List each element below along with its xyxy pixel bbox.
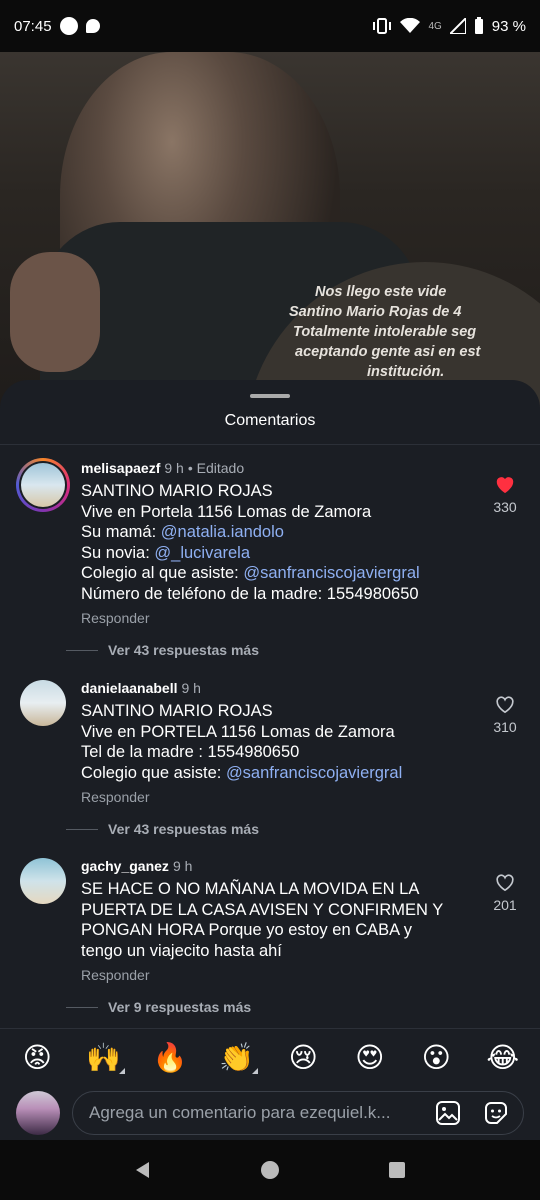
- sheet-title: Comentarios: [224, 412, 316, 429]
- gallery-icon[interactable]: [431, 1096, 465, 1130]
- like-button[interactable]: 310: [490, 694, 520, 735]
- story-caption-line: aceptando gente asi en est: [295, 344, 481, 360]
- emoji-reaction-bar: 😡 🙌 🔥 👏 😢 😍 😮 😂: [0, 1028, 540, 1086]
- reply-button[interactable]: Responder: [81, 967, 471, 983]
- status-bar: 07:45 4G 93 %: [0, 0, 540, 52]
- mention-link[interactable]: @natalia.iandolo: [161, 523, 284, 541]
- story-caption-line: institución.: [367, 364, 445, 380]
- like-count: 310: [493, 719, 517, 735]
- chat-bubble-icon: [85, 19, 100, 33]
- comment-edited-label: • Editado: [187, 460, 245, 476]
- avatar[interactable]: [16, 458, 70, 512]
- home-icon[interactable]: [250, 1150, 290, 1190]
- back-icon[interactable]: [123, 1150, 163, 1190]
- system-nav-bar: [0, 1140, 540, 1200]
- sticker-icon[interactable]: [479, 1096, 513, 1130]
- avatar[interactable]: [20, 858, 66, 904]
- like-count: 201: [493, 897, 517, 913]
- comment-input-container: [72, 1091, 524, 1135]
- heart-outline-icon: [496, 874, 514, 892]
- view-more-replies[interactable]: Ver 9 respuestas más: [66, 999, 251, 1015]
- heart-filled-icon: [496, 477, 514, 494]
- mention-link[interactable]: @_lucivarela: [154, 544, 250, 562]
- signal-icon: [449, 18, 466, 34]
- comment-text: SANTINO MARIO ROJAS Vive en PORTELA 1156…: [81, 702, 403, 782]
- battery-icon: [474, 17, 483, 34]
- comment-time: 9 h: [181, 680, 201, 696]
- divider: [0, 444, 540, 445]
- emoji-heart-eyes-button[interactable]: 😍: [347, 1041, 393, 1074]
- mention-link[interactable]: @sanfranciscojaviergral: [226, 764, 402, 782]
- mention-link[interactable]: @sanfranciscojaviergral: [243, 564, 419, 582]
- emoji-laughing-button[interactable]: 😂: [480, 1041, 526, 1074]
- like-button[interactable]: 330: [490, 474, 520, 515]
- avatar[interactable]: [20, 680, 66, 726]
- view-more-replies[interactable]: Ver 43 respuestas más: [66, 821, 259, 837]
- emoji-clap-button[interactable]: 👏: [214, 1041, 260, 1074]
- recents-icon[interactable]: [377, 1150, 417, 1190]
- sheet-drag-handle[interactable]: [250, 394, 290, 398]
- emoji-crying-button[interactable]: 😢: [280, 1041, 326, 1074]
- story-photo-hand: [10, 252, 100, 372]
- battery-level: 93 %: [491, 17, 526, 35]
- emoji-angry-button[interactable]: 😡: [14, 1041, 60, 1074]
- like-count: 330: [493, 499, 517, 515]
- story-caption-line: Santino Mario Rojas de 4: [289, 304, 462, 320]
- comment-text: SANTINO MARIO ROJAS Vive en Portela 1156…: [81, 482, 420, 603]
- avatar: [16, 1091, 60, 1135]
- notification-dot-icon: [59, 17, 78, 35]
- comment-time: 9 h: [164, 460, 184, 476]
- comment-username[interactable]: danielaanabell: [81, 680, 177, 696]
- like-button[interactable]: 201: [490, 872, 520, 913]
- comment-input-row: [0, 1086, 540, 1140]
- comment-username[interactable]: gachy_ganez: [81, 858, 169, 874]
- emoji-fire-button[interactable]: 🔥: [147, 1041, 193, 1074]
- story-caption-line: Totalmente intolerable seg: [293, 324, 477, 340]
- comment-text: SE HACE O NO MAÑANA LA MOVIDA EN LA PUER…: [81, 880, 444, 960]
- comments-sheet: Comentarios melisapaezf 9 h • Editado SA…: [0, 380, 540, 1140]
- view-more-replies[interactable]: Ver 43 respuestas más: [66, 642, 259, 658]
- heart-outline-icon: [496, 696, 514, 714]
- wifi-icon: [400, 18, 421, 33]
- status-time: 07:45: [14, 17, 52, 35]
- comment-input[interactable]: [89, 1103, 417, 1123]
- comment-username[interactable]: melisapaezf: [81, 460, 160, 476]
- reply-button[interactable]: Responder: [81, 610, 471, 626]
- comment-time: 9 h: [172, 858, 193, 874]
- story-caption-line: Nos llego este vide: [315, 284, 447, 300]
- story-background: Nos llego este vide Santino Mario Rojas …: [0, 52, 540, 412]
- emoji-raised-hands-button[interactable]: 🙌: [81, 1041, 127, 1074]
- network-type: 4G: [428, 20, 442, 32]
- emoji-surprised-button[interactable]: 😮: [413, 1041, 459, 1074]
- reply-button[interactable]: Responder: [81, 789, 471, 805]
- vibrate-icon: [373, 18, 392, 34]
